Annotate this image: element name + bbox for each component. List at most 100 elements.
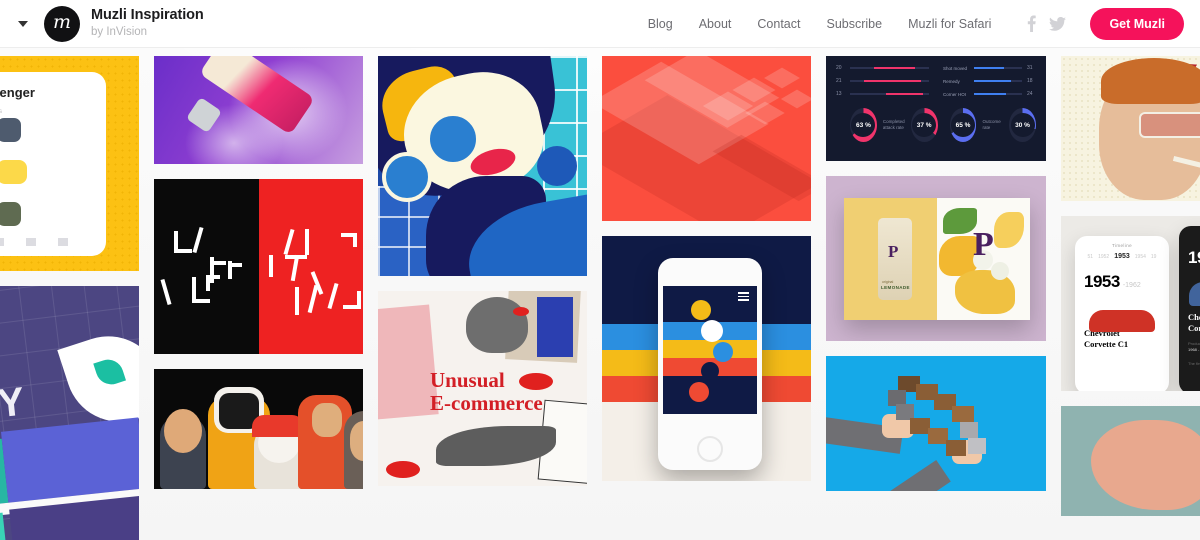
column-5: 20 21 13 Shot moved 31 Remedy 18 Corner … <box>826 56 1046 540</box>
bar-label: Remedy <box>943 78 960 84</box>
bar-value: 31 <box>1027 65 1033 71</box>
nav-link-subscribe[interactable]: Subscribe <box>813 17 895 31</box>
light-card-model-line2: Corvette C1 <box>1084 338 1129 349</box>
nav-link-muzli-for-safari[interactable]: Muzli for Safari <box>895 17 1004 31</box>
lips-sticker <box>519 373 553 390</box>
year-option[interactable]: 1952 <box>1098 254 1109 260</box>
bar-label: Shot moved <box>943 65 968 71</box>
dashboard-artwork: 20 21 13 Shot moved 31 Remedy 18 Corner … <box>826 56 1046 161</box>
bar-row: 21 <box>836 78 929 84</box>
unusual-ecommerce-card[interactable]: Unusual E-commerce <box>378 291 587 486</box>
character-illustration-card[interactable] <box>154 369 363 489</box>
dark-card-big-year: 1968 <box>1188 248 1200 267</box>
tabbar-icon <box>58 238 68 246</box>
facebook-icon[interactable] <box>1018 11 1044 37</box>
can-sub: original <box>882 280 894 284</box>
collage-title-line2: E-commerce <box>430 391 543 416</box>
avatar-row-1 <box>0 118 95 142</box>
pool-illustration-card[interactable] <box>378 56 587 276</box>
pickaxe-card[interactable] <box>826 356 1046 491</box>
social-links <box>1018 11 1070 37</box>
phone-mockup-card[interactable] <box>602 236 811 481</box>
screen-dot <box>701 362 719 380</box>
bar-fill <box>974 93 1006 95</box>
bar-row: Remedy 18 <box>943 78 1036 84</box>
bar-row: Shot moved 31 <box>943 65 1036 71</box>
nav-link-about[interactable]: About <box>686 17 745 31</box>
water-blob <box>537 146 577 186</box>
screen-dot <box>691 300 711 320</box>
messenger-app-card[interactable]: Messenger Recent chats Online now Groups <box>0 56 139 271</box>
abstract-shape <box>1091 420 1200 510</box>
page-letter: P <box>973 226 994 263</box>
iso-tile <box>764 67 800 89</box>
muzli-logo[interactable]: m <box>44 5 80 42</box>
home-button[interactable] <box>697 436 723 462</box>
bar-label: Corner HOI <box>943 91 967 97</box>
letter-fragment <box>228 263 242 267</box>
nav-link-blog[interactable]: Blog <box>635 17 686 31</box>
book-page-left: P original LEMONADE <box>844 198 937 320</box>
sunglasses <box>1139 112 1200 138</box>
bowie-portrait-card[interactable] <box>1061 56 1200 201</box>
light-card-big-year: 1953 <box>1084 272 1120 291</box>
avatar <box>0 118 21 142</box>
tabbar-icon <box>26 238 36 246</box>
screen-dot <box>689 382 709 402</box>
screen-dot <box>713 342 733 362</box>
bar-value: 24 <box>1027 91 1033 97</box>
year-option[interactable]: 51 <box>1088 254 1094 260</box>
abstract-artwork <box>1061 406 1200 516</box>
color-swatches <box>0 412 139 540</box>
letter-fragment <box>192 299 210 303</box>
card-grid: Messenger Recent chats Online now Groups <box>0 56 1200 540</box>
year-option[interactable]: 1954 <box>1135 254 1146 260</box>
bar-track <box>850 80 929 82</box>
abstract-peach-card[interactable] <box>1061 406 1200 516</box>
poster-half-black <box>154 179 259 354</box>
purple-artwork: NDY <box>0 286 139 540</box>
poster-half-red <box>258 179 363 354</box>
collage-artwork: Unusual E-commerce <box>378 291 587 486</box>
donut-chart: 65 % <box>949 108 977 142</box>
donut-chart: 30 % <box>1009 108 1036 142</box>
twitter-icon[interactable] <box>1044 11 1070 37</box>
corvette-light-card: Timeline 51 1952 1953 1954 19 1953 -1962 <box>1075 236 1169 391</box>
pickaxe-artwork <box>826 356 1046 491</box>
get-muzli-button[interactable]: Get Muzli <box>1090 7 1184 40</box>
letter-fragment <box>304 229 309 255</box>
donut-value: 30 % <box>1010 113 1035 137</box>
donut-caption: Completed attack rate <box>882 118 905 130</box>
meta-value: 1968 - 1982 <box>1188 347 1200 353</box>
hamburger-menu-icon[interactable] <box>738 292 749 303</box>
nav-link-contact[interactable]: Contact <box>744 17 813 31</box>
year-picker[interactable]: 51 1952 1953 1954 19 <box>1075 248 1169 260</box>
main-nav: Blog About Contact Subscribe Muzli for S… <box>635 7 1200 40</box>
purple-branding-card[interactable]: NDY <box>0 286 139 540</box>
messenger-artwork: Messenger Recent chats Online now Groups <box>0 56 139 271</box>
corvette-app-card[interactable]: Timeline 51 1952 1953 1954 19 1953 -1962 <box>1061 216 1200 391</box>
magazine-spread-card[interactable]: P original LEMONADE P <box>826 176 1046 341</box>
corvette-dark-card: Timeline 1968 -1982 Chevrolet Corvette C… <box>1179 226 1200 391</box>
column-6: Timeline 51 1952 1953 1954 19 1953 -1962 <box>1061 56 1200 540</box>
bar-track <box>974 93 1022 95</box>
dark-dashboard-card[interactable]: 20 21 13 Shot moved 31 Remedy 18 Corner … <box>826 56 1046 161</box>
light-card-timeline-label: Timeline <box>1111 243 1133 248</box>
typography-poster-card[interactable] <box>154 179 363 354</box>
phone-artwork <box>602 236 811 481</box>
smoke-can-card[interactable] <box>154 56 363 164</box>
year-option-selected[interactable]: 1953 <box>1114 253 1130 260</box>
chevron-down-icon[interactable] <box>18 20 28 27</box>
bar-fill <box>873 67 915 69</box>
phone-screen <box>663 286 757 414</box>
character-head <box>164 409 202 453</box>
bar-group-left: 20 21 13 <box>836 65 929 104</box>
bar-fill <box>886 93 923 95</box>
bar-fill <box>974 67 1004 69</box>
inspiration-board: Messenger Recent chats Online now Groups <box>0 48 1200 540</box>
year-option[interactable]: 19 <box>1151 254 1157 260</box>
character-artwork <box>154 369 363 489</box>
character-face <box>312 403 342 437</box>
isometric-red-card[interactable] <box>602 56 811 221</box>
avatar-add-button[interactable] <box>0 160 27 184</box>
